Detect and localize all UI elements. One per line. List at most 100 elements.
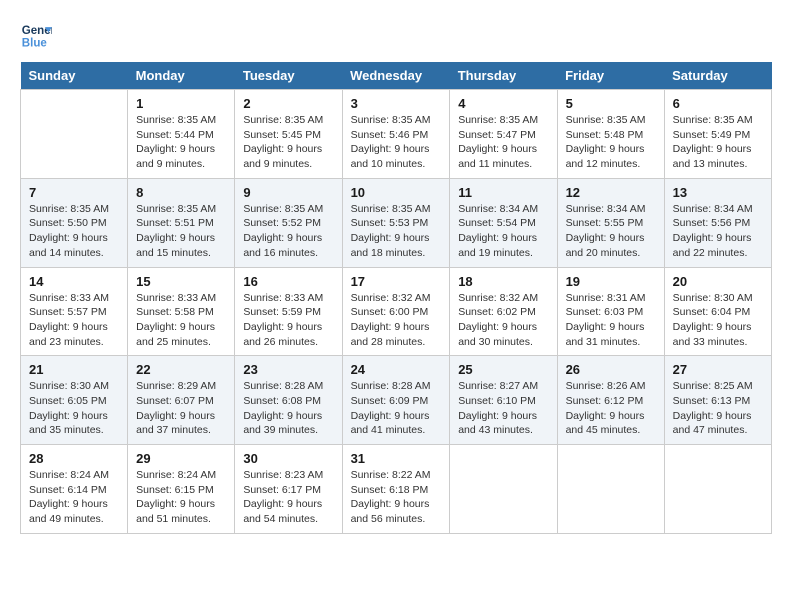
day-number: 10 [351,185,442,200]
day-number: 28 [29,451,119,466]
day-info: Sunrise: 8:35 AM Sunset: 5:49 PM Dayligh… [673,113,763,172]
calendar-week-3: 14Sunrise: 8:33 AM Sunset: 5:57 PM Dayli… [21,267,772,356]
day-number: 20 [673,274,763,289]
day-number: 7 [29,185,119,200]
day-number: 2 [243,96,333,111]
logo-icon: General Blue [20,20,52,52]
calendar-header-row: SundayMondayTuesdayWednesdayThursdayFrid… [21,62,772,90]
day-number: 6 [673,96,763,111]
day-info: Sunrise: 8:32 AM Sunset: 6:00 PM Dayligh… [351,291,442,350]
calendar-cell: 19 Sunrise: 8:31 AM Sunset: 6:03 PM Dayli… [557,267,664,356]
calendar-week-2: 7 Sunrise: 8:35 AM Sunset: 5:50 PM Daylig… [21,178,772,267]
day-info: Sunrise: 8:30 AM Sunset: 6:04 PM Dayligh… [673,291,763,350]
calendar-body: 1 Sunrise: 8:35 AM Sunset: 5:44 PM Daylig… [21,90,772,534]
header-thursday: Thursday [450,62,557,90]
header-wednesday: Wednesday [342,62,450,90]
day-number: 22 [136,362,226,377]
calendar-cell: 16 Sunrise: 8:33 AM Sunset: 5:59 PM Dayli… [235,267,342,356]
day-info: Sunrise: 8:33 AM Sunset: 5:57 PM Dayligh… [29,291,119,350]
calendar-week-1: 1 Sunrise: 8:35 AM Sunset: 5:44 PM Daylig… [21,90,772,179]
day-number: 26 [566,362,656,377]
svg-text:Blue: Blue [22,38,48,50]
calendar-cell: 25 Sunrise: 8:27 AM Sunset: 6:10 PM Dayli… [450,356,557,445]
day-number: 17 [351,274,442,289]
calendar-cell: 27Sunrise: 8:25 AM Sunset: 6:13 PM Dayli… [664,356,771,445]
page-header: General Blue [20,20,772,52]
day-number: 29 [136,451,226,466]
calendar-cell: 17 Sunrise: 8:32 AM Sunset: 6:00 PM Dayli… [342,267,450,356]
calendar-cell: 22 Sunrise: 8:29 AM Sunset: 6:07 PM Dayli… [128,356,235,445]
day-number: 3 [351,96,442,111]
day-info: Sunrise: 8:35 AM Sunset: 5:50 PM Dayligh… [29,202,119,261]
day-info: Sunrise: 8:28 AM Sunset: 6:09 PM Dayligh… [351,379,442,438]
day-info: Sunrise: 8:31 AM Sunset: 6:03 PM Dayligh… [566,291,656,350]
day-info: Sunrise: 8:23 AM Sunset: 6:17 PM Dayligh… [243,468,333,527]
calendar-cell: 5 Sunrise: 8:35 AM Sunset: 5:48 PM Daylig… [557,90,664,179]
day-info: Sunrise: 8:22 AM Sunset: 6:18 PM Dayligh… [351,468,442,527]
day-info: Sunrise: 8:34 AM Sunset: 5:54 PM Dayligh… [458,202,548,261]
header-tuesday: Tuesday [235,62,342,90]
day-info: Sunrise: 8:24 AM Sunset: 6:14 PM Dayligh… [29,468,119,527]
day-number: 13 [673,185,763,200]
calendar-cell: 7 Sunrise: 8:35 AM Sunset: 5:50 PM Daylig… [21,178,128,267]
calendar-cell: 30 Sunrise: 8:23 AM Sunset: 6:17 PM Dayli… [235,445,342,534]
calendar-cell: 12Sunrise: 8:34 AM Sunset: 5:55 PM Dayli… [557,178,664,267]
calendar-cell: 21 Sunrise: 8:30 AM Sunset: 6:05 PM Dayli… [21,356,128,445]
day-number: 25 [458,362,548,377]
calendar-cell: 1 Sunrise: 8:35 AM Sunset: 5:44 PM Daylig… [128,90,235,179]
day-info: Sunrise: 8:35 AM Sunset: 5:46 PM Dayligh… [351,113,442,172]
calendar-cell: 28 Sunrise: 8:24 AM Sunset: 6:14 PM Dayli… [21,445,128,534]
day-info: Sunrise: 8:26 AM Sunset: 6:12 PM Dayligh… [566,379,656,438]
calendar-cell: 6 Sunrise: 8:35 AM Sunset: 5:49 PM Daylig… [664,90,771,179]
calendar-cell: 10Sunrise: 8:35 AM Sunset: 5:53 PM Dayli… [342,178,450,267]
day-number: 12 [566,185,656,200]
day-info: Sunrise: 8:29 AM Sunset: 6:07 PM Dayligh… [136,379,226,438]
day-info: Sunrise: 8:24 AM Sunset: 6:15 PM Dayligh… [136,468,226,527]
calendar-cell: 2 Sunrise: 8:35 AM Sunset: 5:45 PM Daylig… [235,90,342,179]
day-info: Sunrise: 8:30 AM Sunset: 6:05 PM Dayligh… [29,379,119,438]
calendar-cell: 23 Sunrise: 8:28 AM Sunset: 6:08 PM Dayli… [235,356,342,445]
calendar-cell: 26 Sunrise: 8:26 AM Sunset: 6:12 PM Dayli… [557,356,664,445]
day-number: 16 [243,274,333,289]
calendar-cell [21,90,128,179]
day-number: 31 [351,451,442,466]
day-info: Sunrise: 8:27 AM Sunset: 6:10 PM Dayligh… [458,379,548,438]
day-info: Sunrise: 8:35 AM Sunset: 5:48 PM Dayligh… [566,113,656,172]
calendar-cell: 31 Sunrise: 8:22 AM Sunset: 6:18 PM Dayli… [342,445,450,534]
header-monday: Monday [128,62,235,90]
day-number: 15 [136,274,226,289]
day-number: 27 [673,362,763,377]
calendar-cell [450,445,557,534]
day-number: 18 [458,274,548,289]
day-info: Sunrise: 8:28 AM Sunset: 6:08 PM Dayligh… [243,379,333,438]
day-number: 1 [136,96,226,111]
calendar-table: SundayMondayTuesdayWednesdayThursdayFrid… [20,62,772,534]
calendar-cell: 15 Sunrise: 8:33 AM Sunset: 5:58 PM Dayli… [128,267,235,356]
calendar-cell: 4Sunrise: 8:35 AM Sunset: 5:47 PM Daylig… [450,90,557,179]
day-number: 21 [29,362,119,377]
calendar-cell: 3 Sunrise: 8:35 AM Sunset: 5:46 PM Daylig… [342,90,450,179]
day-number: 30 [243,451,333,466]
calendar-cell: 9Sunrise: 8:35 AM Sunset: 5:52 PM Daylig… [235,178,342,267]
day-number: 8 [136,185,226,200]
calendar-cell [664,445,771,534]
day-number: 24 [351,362,442,377]
day-number: 19 [566,274,656,289]
calendar-week-5: 28 Sunrise: 8:24 AM Sunset: 6:14 PM Dayli… [21,445,772,534]
day-info: Sunrise: 8:33 AM Sunset: 5:58 PM Dayligh… [136,291,226,350]
day-info: Sunrise: 8:35 AM Sunset: 5:47 PM Dayligh… [458,113,548,172]
day-number: 5 [566,96,656,111]
day-info: Sunrise: 8:35 AM Sunset: 5:44 PM Dayligh… [136,113,226,172]
day-number: 9 [243,185,333,200]
calendar-cell: 11Sunrise: 8:34 AM Sunset: 5:54 PM Dayli… [450,178,557,267]
calendar-cell: 20 Sunrise: 8:30 AM Sunset: 6:04 PM Dayli… [664,267,771,356]
day-info: Sunrise: 8:33 AM Sunset: 5:59 PM Dayligh… [243,291,333,350]
calendar-week-4: 21 Sunrise: 8:30 AM Sunset: 6:05 PM Dayli… [21,356,772,445]
day-number: 23 [243,362,333,377]
day-info: Sunrise: 8:35 AM Sunset: 5:45 PM Dayligh… [243,113,333,172]
day-info: Sunrise: 8:34 AM Sunset: 5:56 PM Dayligh… [673,202,763,261]
day-info: Sunrise: 8:32 AM Sunset: 6:02 PM Dayligh… [458,291,548,350]
calendar-cell: 18 Sunrise: 8:32 AM Sunset: 6:02 PM Dayli… [450,267,557,356]
header-sunday: Sunday [21,62,128,90]
calendar-cell [557,445,664,534]
